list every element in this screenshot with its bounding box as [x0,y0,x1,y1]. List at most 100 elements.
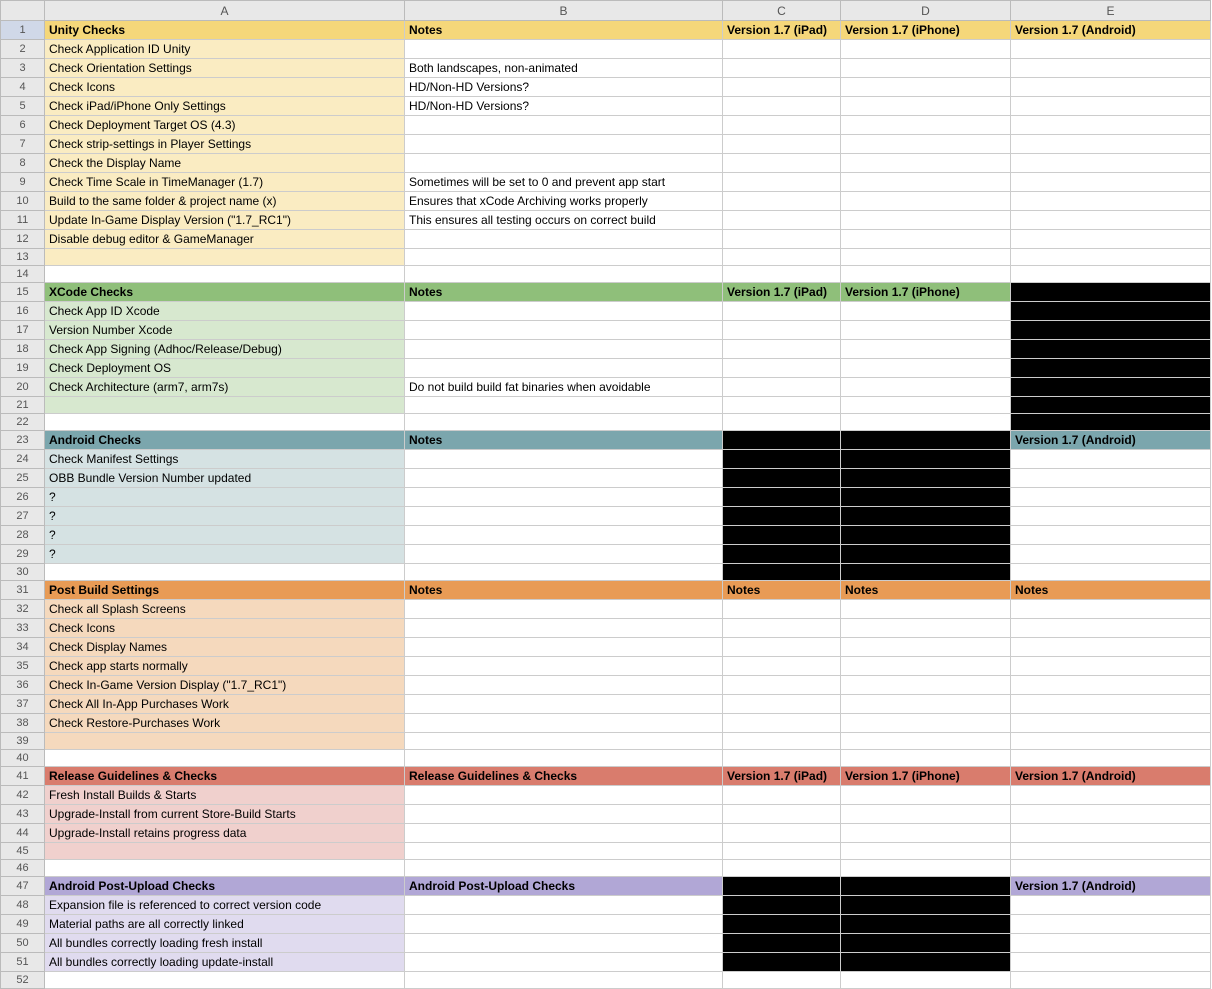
cell[interactable]: Check the Display Name [45,154,405,173]
cell[interactable] [841,638,1011,657]
cell[interactable] [723,676,841,695]
cell[interactable] [841,860,1011,877]
cell[interactable] [405,302,723,321]
cell[interactable] [723,600,841,619]
cell[interactable] [45,750,405,767]
cell[interactable] [1011,545,1211,564]
cell[interactable] [405,619,723,638]
cell[interactable] [1011,860,1211,877]
cell[interactable] [841,824,1011,843]
cell[interactable] [405,469,723,488]
row-header[interactable]: 36 [1,676,45,695]
row-header[interactable]: 45 [1,843,45,860]
cell[interactable] [405,507,723,526]
cell[interactable]: Check Deployment OS [45,359,405,378]
cell[interactable] [1011,266,1211,283]
col-header-C[interactable]: C [723,1,841,21]
cell[interactable] [723,619,841,638]
cell[interactable] [841,414,1011,431]
row-header[interactable]: 30 [1,564,45,581]
cell[interactable] [405,733,723,750]
cell[interactable]: Check Display Names [45,638,405,657]
row-header[interactable]: 38 [1,714,45,733]
cell[interactable]: Notes [405,581,723,600]
cell[interactable] [45,397,405,414]
cell[interactable] [723,877,841,896]
cell[interactable] [405,321,723,340]
cell[interactable] [723,59,841,78]
row-header[interactable]: 6 [1,116,45,135]
cell[interactable] [405,40,723,59]
cell[interactable] [841,302,1011,321]
cell[interactable] [723,896,841,915]
cell[interactable]: Check Manifest Settings [45,450,405,469]
cell[interactable] [1011,676,1211,695]
cell[interactable] [723,340,841,359]
cell[interactable] [841,154,1011,173]
cell[interactable]: Version 1.7 (Android) [1011,431,1211,450]
cell[interactable] [723,40,841,59]
cell[interactable]: Ensures that xCode Archiving works prope… [405,192,723,211]
row-header[interactable]: 49 [1,915,45,934]
cell[interactable] [1011,714,1211,733]
cell[interactable] [841,877,1011,896]
cell[interactable] [723,302,841,321]
cell[interactable] [45,972,405,989]
select-all-corner[interactable] [1,1,45,21]
cell[interactable] [1011,302,1211,321]
cell[interactable]: This ensures all testing occurs on corre… [405,211,723,230]
cell[interactable] [723,714,841,733]
row-header[interactable]: 12 [1,230,45,249]
cell[interactable] [405,450,723,469]
row-header[interactable]: 33 [1,619,45,638]
cell[interactable] [723,116,841,135]
row-header[interactable]: 39 [1,733,45,750]
cell[interactable]: Check iPad/iPhone Only Settings [45,97,405,116]
cell[interactable]: Notes [1011,581,1211,600]
cell[interactable] [405,545,723,564]
row-header[interactable]: 9 [1,173,45,192]
row-header[interactable]: 41 [1,767,45,786]
cell[interactable]: Version 1.7 (Android) [1011,21,1211,40]
cell[interactable]: ? [45,526,405,545]
cell[interactable] [1011,972,1211,989]
cell[interactable] [723,934,841,953]
row-header[interactable]: 40 [1,750,45,767]
cell[interactable] [723,750,841,767]
cell[interactable]: Check Icons [45,78,405,97]
cell[interactable]: Check Restore-Purchases Work [45,714,405,733]
cell[interactable] [841,378,1011,397]
cell[interactable]: Version 1.7 (iPad) [723,283,841,302]
row-header[interactable]: 1 [1,21,45,40]
cell[interactable] [841,135,1011,154]
row-header[interactable]: 16 [1,302,45,321]
row-header[interactable]: 37 [1,695,45,714]
row-header[interactable]: 19 [1,359,45,378]
row-header[interactable]: 48 [1,896,45,915]
cell[interactable] [723,97,841,116]
cell[interactable] [841,59,1011,78]
cell[interactable] [841,78,1011,97]
cell[interactable] [1011,657,1211,676]
row-header[interactable]: 51 [1,953,45,972]
cell[interactable] [405,953,723,972]
cell[interactable]: OBB Bundle Version Number updated [45,469,405,488]
cell[interactable] [405,824,723,843]
cell[interactable]: Check App Signing (Adhoc/Release/Debug) [45,340,405,359]
cell[interactable] [841,321,1011,340]
cell[interactable] [1011,733,1211,750]
cell[interactable]: ? [45,545,405,564]
cell[interactable]: Check Deployment Target OS (4.3) [45,116,405,135]
cell[interactable] [405,657,723,676]
cell[interactable] [405,135,723,154]
cell[interactable] [1011,507,1211,526]
cell[interactable] [405,230,723,249]
row-header[interactable]: 43 [1,805,45,824]
cell[interactable] [1011,564,1211,581]
cell[interactable] [1011,805,1211,824]
cell[interactable]: Release Guidelines & Checks [45,767,405,786]
cell[interactable] [405,266,723,283]
cell[interactable] [1011,953,1211,972]
cell[interactable] [1011,695,1211,714]
row-header[interactable]: 35 [1,657,45,676]
